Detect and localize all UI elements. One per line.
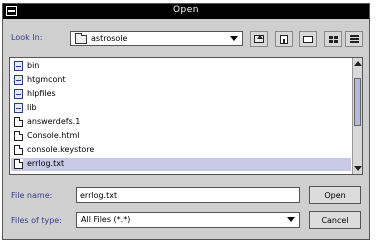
folder-icon bbox=[14, 103, 23, 113]
item-name: hlpfiles bbox=[27, 89, 56, 98]
file-list[interactable]: bin htgmcont hlpfiles lib answerdefs.1 C… bbox=[9, 57, 363, 175]
files-of-type-value: All Files (*.*) bbox=[81, 215, 131, 224]
look-in-value: astrosole bbox=[91, 34, 128, 43]
chevron-down-icon bbox=[287, 217, 295, 222]
open-dialog: Open Look In: astrosole bin htgmcont hlp… bbox=[2, 3, 370, 240]
folder-icon bbox=[14, 61, 23, 71]
list-view-button[interactable] bbox=[324, 31, 342, 47]
scroll-thumb[interactable] bbox=[354, 78, 361, 126]
item-name: Console.html bbox=[27, 131, 80, 140]
item-name: lib bbox=[27, 103, 37, 112]
file-icon bbox=[14, 159, 23, 169]
file-icon bbox=[14, 145, 23, 155]
scroll-down-icon[interactable] bbox=[354, 166, 362, 171]
open-button-label: Open bbox=[324, 191, 346, 200]
up-folder-icon bbox=[254, 35, 264, 43]
window-title: Open bbox=[172, 5, 200, 15]
new-folder-button[interactable] bbox=[299, 31, 317, 47]
file-name-label: File name: bbox=[11, 191, 53, 200]
new-folder-icon bbox=[303, 35, 313, 43]
files-of-type-label: Files of type: bbox=[11, 216, 62, 225]
list-item-selected[interactable]: errlog.txt bbox=[11, 158, 351, 171]
look-in-combo[interactable]: astrosole bbox=[70, 31, 243, 46]
home-button[interactable] bbox=[275, 31, 293, 47]
list-item[interactable]: console.keystore bbox=[11, 144, 351, 157]
list-item[interactable]: hlpfiles bbox=[11, 88, 351, 101]
list-item[interactable]: Console.html bbox=[11, 130, 351, 143]
file-icon bbox=[14, 117, 23, 127]
list-item[interactable]: htgmcont bbox=[11, 74, 351, 87]
look-in-label: Look In: bbox=[11, 33, 43, 42]
details-view-button[interactable] bbox=[345, 31, 363, 47]
open-button[interactable]: Open bbox=[309, 186, 361, 204]
list-item[interactable]: answerdefs.1 bbox=[11, 116, 351, 129]
list-item[interactable]: lib bbox=[11, 102, 351, 115]
item-name: bin bbox=[27, 61, 40, 70]
file-icon bbox=[14, 131, 23, 141]
home-icon bbox=[280, 34, 288, 44]
details-view-icon bbox=[349, 35, 359, 43]
list-item[interactable]: bin bbox=[11, 60, 351, 73]
list-view-icon bbox=[328, 35, 338, 43]
chevron-down-icon bbox=[230, 36, 238, 41]
files-of-type-combo[interactable]: All Files (*.*) bbox=[76, 212, 300, 228]
file-name-input[interactable]: errlog.txt bbox=[76, 187, 300, 203]
folder-icon bbox=[14, 75, 23, 85]
vertical-scrollbar[interactable] bbox=[352, 58, 362, 174]
folder-icon bbox=[14, 89, 23, 99]
title-bar[interactable]: Open bbox=[3, 4, 369, 19]
cancel-button-label: Cancel bbox=[321, 216, 349, 225]
item-name: console.keystore bbox=[27, 145, 95, 154]
folder-icon bbox=[75, 33, 87, 44]
up-one-level-button[interactable] bbox=[250, 31, 268, 47]
item-name: htgmcont bbox=[27, 75, 66, 84]
item-name: errlog.txt bbox=[27, 159, 65, 168]
item-name: answerdefs.1 bbox=[27, 117, 81, 126]
cancel-button[interactable]: Cancel bbox=[309, 211, 361, 229]
file-name-value: errlog.txt bbox=[80, 191, 118, 200]
scroll-up-icon[interactable] bbox=[354, 61, 362, 66]
